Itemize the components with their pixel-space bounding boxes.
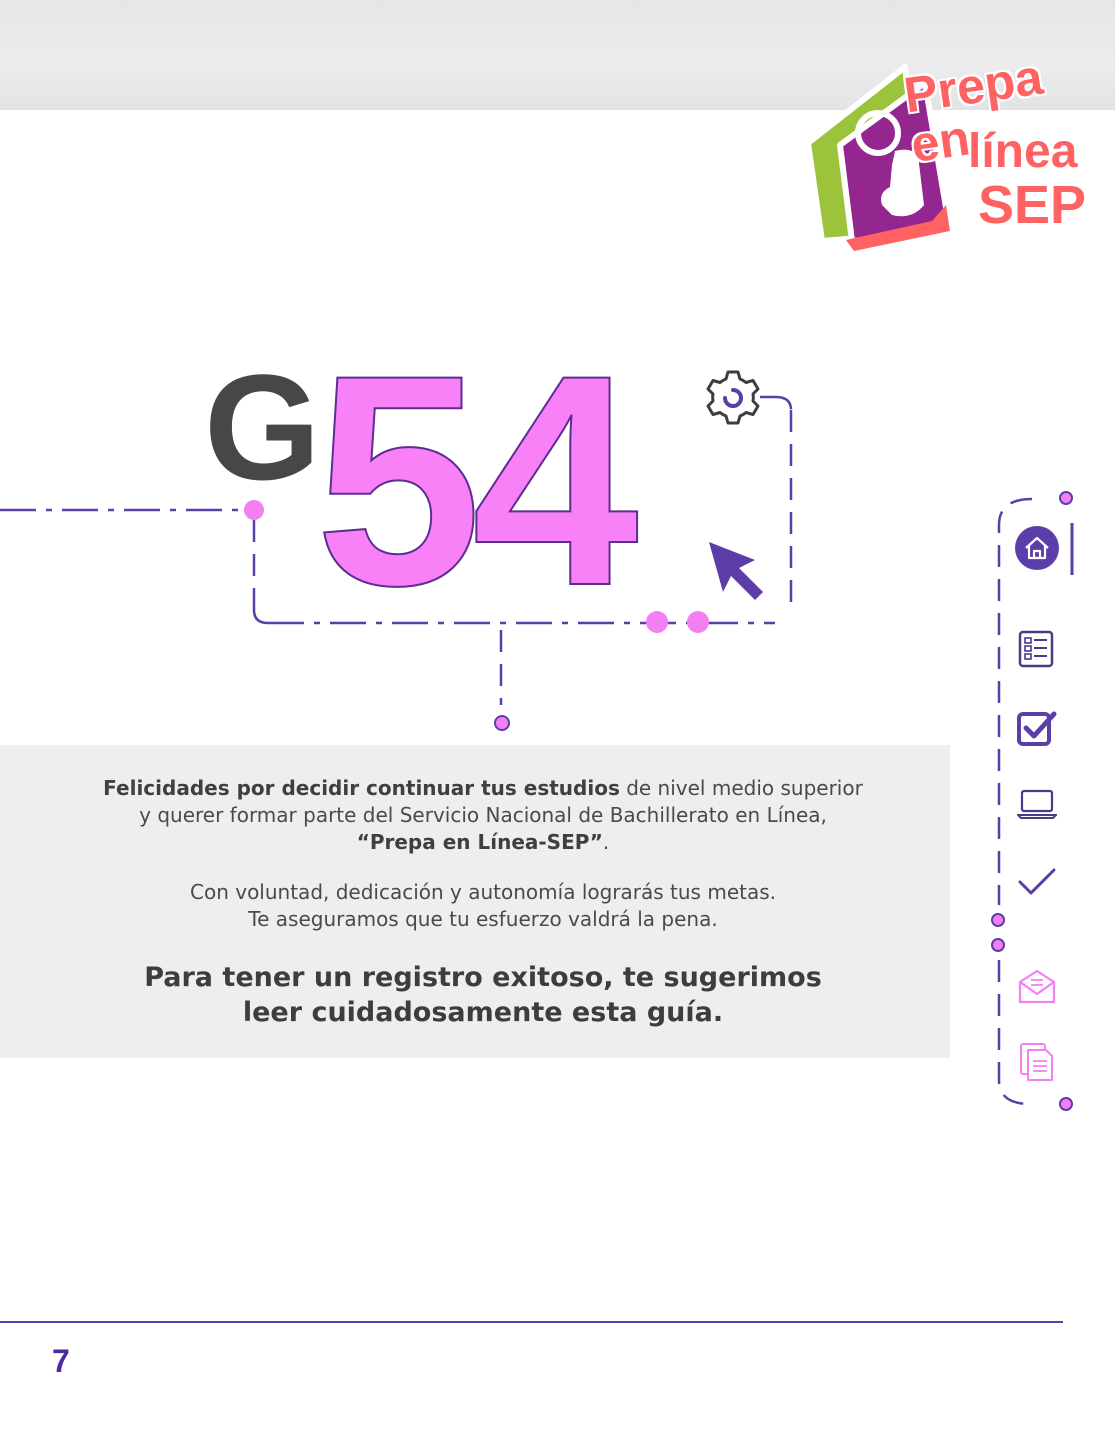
welcome-text-line2: y querer formar parte del Servicio Nacio…: [139, 803, 827, 827]
gear-icon: [706, 370, 760, 425]
checkmark-icon[interactable]: [1017, 866, 1057, 898]
laptop-icon[interactable]: [1017, 788, 1057, 820]
motivation-paragraph: Con voluntad, dedicación y autonomía log…: [0, 879, 966, 933]
guide-recommendation: Para tener un registro exitoso, te suger…: [0, 960, 966, 1030]
logo-text-line2: línea: [968, 125, 1078, 178]
hero-number: 54: [314, 312, 640, 648]
motivation-line2: Te aseguramos que tu esfuerzo valdrá la …: [248, 907, 718, 931]
footer-divider: [0, 1321, 1063, 1323]
hero-letter: G: [204, 343, 321, 511]
welcome-bold-phrase: Felicidades por decidir continuar tus es…: [103, 776, 620, 800]
program-name: “Prepa en Línea-SEP”: [356, 830, 603, 854]
guide-line1: Para tener un registro exitoso, te suger…: [144, 962, 822, 993]
checklist-icon[interactable]: [1018, 630, 1054, 668]
documents-icon[interactable]: [1018, 1041, 1056, 1083]
cursor-arrow-icon: [709, 542, 763, 600]
period: .: [602, 830, 610, 854]
page-number: 7: [52, 1343, 70, 1379]
checkbox-icon[interactable]: [1016, 708, 1058, 748]
welcome-text: de nivel medio superior: [619, 776, 863, 800]
envelope-icon[interactable]: [1017, 968, 1057, 1006]
welcome-paragraph: Felicidades por decidir continuar tus es…: [0, 775, 966, 856]
home-icon[interactable]: [1014, 525, 1060, 571]
welcome-message-panel: Felicidades por decidir continuar tus es…: [0, 745, 950, 1058]
logo-text-line3: SEP: [978, 175, 1087, 235]
guide-line2: leer cuidadosamente esta guía.: [242, 997, 724, 1028]
motivation-line1: Con voluntad, dedicación y autonomía log…: [190, 880, 776, 904]
